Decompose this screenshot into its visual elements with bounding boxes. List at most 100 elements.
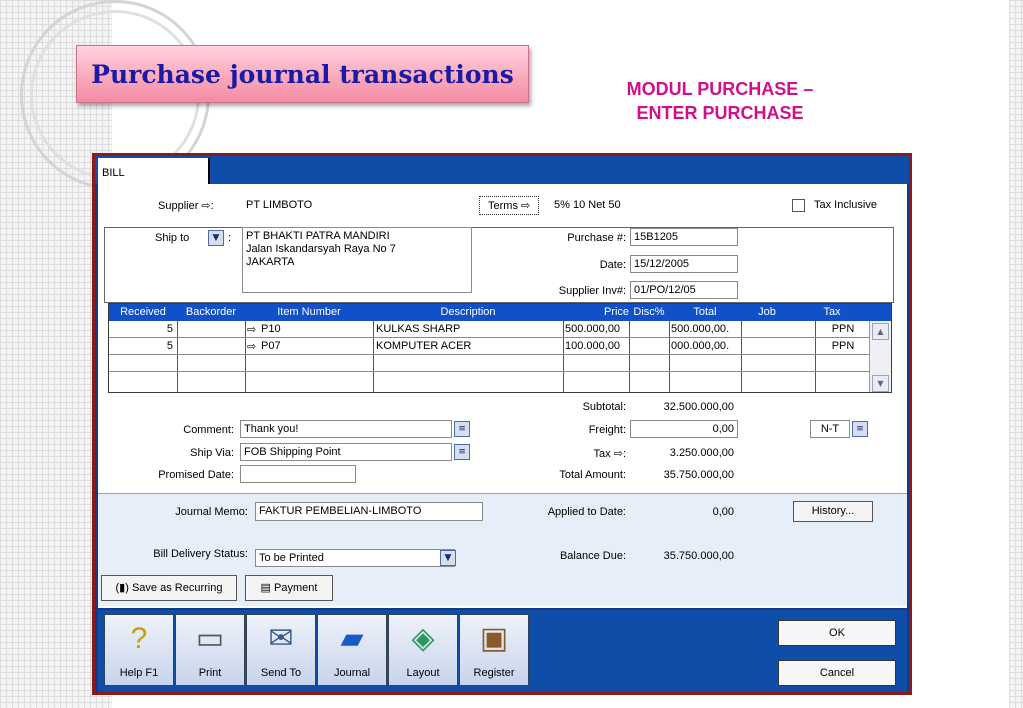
supplier-inv-field[interactable]: 01/PO/12/05: [630, 281, 738, 299]
item-link-icon[interactable]: ⇨: [247, 323, 256, 336]
subtitle-line-2: ENTER PURCHASE: [636, 103, 804, 123]
cell-price[interactable]: 500.000,00: [565, 323, 628, 335]
column-divider: [629, 321, 630, 392]
ship-to-colon: :: [228, 232, 232, 244]
cell-item-number[interactable]: P10: [261, 323, 281, 335]
cell-total[interactable]: .500.000,00: [671, 323, 740, 335]
terms-value: 5% 10 Net 50: [554, 199, 621, 211]
header-disc: Disc%: [633, 306, 665, 318]
ship-via-field[interactable]: FOB Shipping Point: [240, 443, 452, 461]
applied-to-date-label: Applied to Date:: [547, 506, 626, 518]
register-label: Register: [473, 667, 515, 679]
slide-subtitle: MODUL PURCHASE – ENTER PURCHASE: [575, 77, 865, 125]
print-button[interactable]: ▭ Print: [175, 614, 245, 686]
scroll-down-icon[interactable]: ▼: [872, 375, 889, 392]
mailbox-icon: ✉: [268, 622, 294, 655]
cell-received[interactable]: 5: [109, 340, 173, 352]
save-as-recurring-button[interactable]: (▮) Save as Recurring: [101, 575, 237, 601]
total-amount-label: Total Amount:: [559, 469, 626, 481]
date-field[interactable]: 15/12/2005: [630, 255, 738, 273]
printer-icon: ▭: [195, 622, 225, 655]
column-divider: [741, 321, 742, 392]
tax-value: 3.250.000,00: [669, 447, 734, 459]
cell-description[interactable]: KOMPUTER ACER: [376, 340, 471, 352]
item-link-icon[interactable]: ⇨: [247, 340, 256, 353]
subtotal-label: Subtotal:: [582, 401, 626, 413]
layout-button[interactable]: ◈ Layout: [388, 614, 458, 686]
ok-button[interactable]: OK: [778, 620, 896, 646]
help-label: Help F1: [119, 667, 159, 679]
purchase-no-field[interactable]: 15B1205: [630, 228, 738, 246]
cell-tax[interactable]: PPN: [815, 323, 871, 335]
arrow-right-icon[interactable]: ⇨: [614, 448, 623, 460]
delivery-status-label: Bill Delivery Status:: [153, 548, 248, 560]
comment-label: Comment:: [183, 424, 234, 436]
tax-label: Tax ⇨:: [593, 448, 626, 460]
column-divider: [245, 321, 246, 392]
applied-to-date-value: 0,00: [712, 506, 734, 518]
cell-received[interactable]: 5: [109, 323, 173, 335]
freight-tax-field[interactable]: N-T: [810, 420, 850, 438]
freight-tax-dropdown-icon[interactable]: ≡: [852, 421, 868, 437]
subtotal-value: 32.500.000,00: [663, 401, 734, 413]
slide-title: Purchase journal transactions: [91, 59, 514, 89]
tax-inclusive-label: Tax Inclusive: [814, 199, 877, 211]
journal-button[interactable]: ▰ Journal: [317, 614, 387, 686]
subtitle-line-1: MODUL PURCHASE –: [626, 79, 814, 99]
ship-via-label: Ship Via:: [190, 447, 234, 459]
slide-title-box: Purchase journal transactions: [76, 45, 529, 103]
comment-dropdown-icon[interactable]: ≡: [454, 421, 470, 437]
send-to-button[interactable]: ✉ Send To: [246, 614, 316, 686]
column-divider: [373, 321, 374, 392]
cancel-button[interactable]: Cancel: [778, 660, 896, 686]
header-job: Job: [758, 306, 776, 318]
comment-field[interactable]: Thank you!: [240, 420, 452, 438]
register-button[interactable]: ▣ Register: [459, 614, 529, 686]
tax-inclusive-checkbox[interactable]: [792, 199, 805, 212]
supplier-inv-label: Supplier Inv#:: [558, 285, 626, 297]
address-line: JAKARTA: [246, 256, 295, 268]
promised-date-field[interactable]: [240, 465, 356, 483]
help-button[interactable]: ? Help F1: [104, 614, 174, 686]
journal-memo-field[interactable]: FAKTUR PEMBELIAN-LIMBOTO: [255, 502, 483, 521]
ship-via-dropdown-icon[interactable]: ≡: [454, 444, 470, 460]
balance-due-value: 35.750.000,00: [663, 550, 734, 562]
cell-total[interactable]: .000.000,00: [671, 340, 740, 352]
header-total: Total: [693, 306, 717, 318]
payment-button[interactable]: ▤ Payment: [245, 575, 333, 601]
table-scrollbar[interactable]: ▲ ▼: [869, 321, 891, 392]
header-tax: Tax: [823, 306, 841, 318]
cash-register-icon: ▤: [260, 582, 271, 594]
cell-price[interactable]: 100.000,00: [565, 340, 628, 352]
cell-tax[interactable]: PPN: [815, 340, 871, 352]
row-divider: [109, 371, 871, 372]
layout-label: Layout: [406, 667, 440, 679]
column-divider: [177, 321, 178, 392]
freight-field[interactable]: 0,00: [630, 420, 738, 438]
cell-item-number[interactable]: P07: [261, 340, 281, 352]
delivery-status-dropdown-icon[interactable]: ▼: [440, 550, 456, 566]
journal-memo-label: Journal Memo:: [175, 506, 248, 518]
tax-label-text: Tax: [593, 448, 611, 460]
scroll-up-icon[interactable]: ▲: [872, 323, 889, 340]
balance-due-label: Balance Due:: [559, 550, 626, 562]
header-received: Received: [120, 306, 166, 318]
tab-bill[interactable]: BILL: [98, 158, 210, 184]
address-line: Jalan Iskandarsyah Raya No 7: [246, 243, 396, 255]
help-icon: ?: [130, 622, 148, 655]
cell-description[interactable]: KULKAS SHARP: [376, 323, 460, 335]
ship-to-dropdown-icon[interactable]: ▼: [208, 230, 224, 246]
supplier-value[interactable]: PT LIMBOTO: [246, 199, 312, 211]
history-button[interactable]: History...: [793, 501, 873, 522]
header-backorder: Backorder: [185, 306, 237, 318]
print-label: Print: [198, 667, 222, 679]
journal-icon: ▰: [340, 622, 364, 655]
address-line: PT BHAKTI PATRA MANDIRI: [246, 230, 390, 242]
delivery-status-select[interactable]: To be Printed: [255, 549, 455, 567]
terms-button[interactable]: Terms ⇨: [479, 196, 540, 215]
ship-to-address[interactable]: PT BHAKTI PATRA MANDIRI Jalan Iskandarsy…: [242, 227, 472, 293]
arrow-right-icon[interactable]: ⇨: [201, 200, 210, 212]
arrow-right-icon: ⇨: [521, 200, 531, 212]
total-amount-value: 35.750.000,00: [663, 469, 734, 481]
bottom-toolbar: ? Help F1 ▭ Print ✉ Send To ▰ Journal ◈ …: [98, 610, 907, 692]
